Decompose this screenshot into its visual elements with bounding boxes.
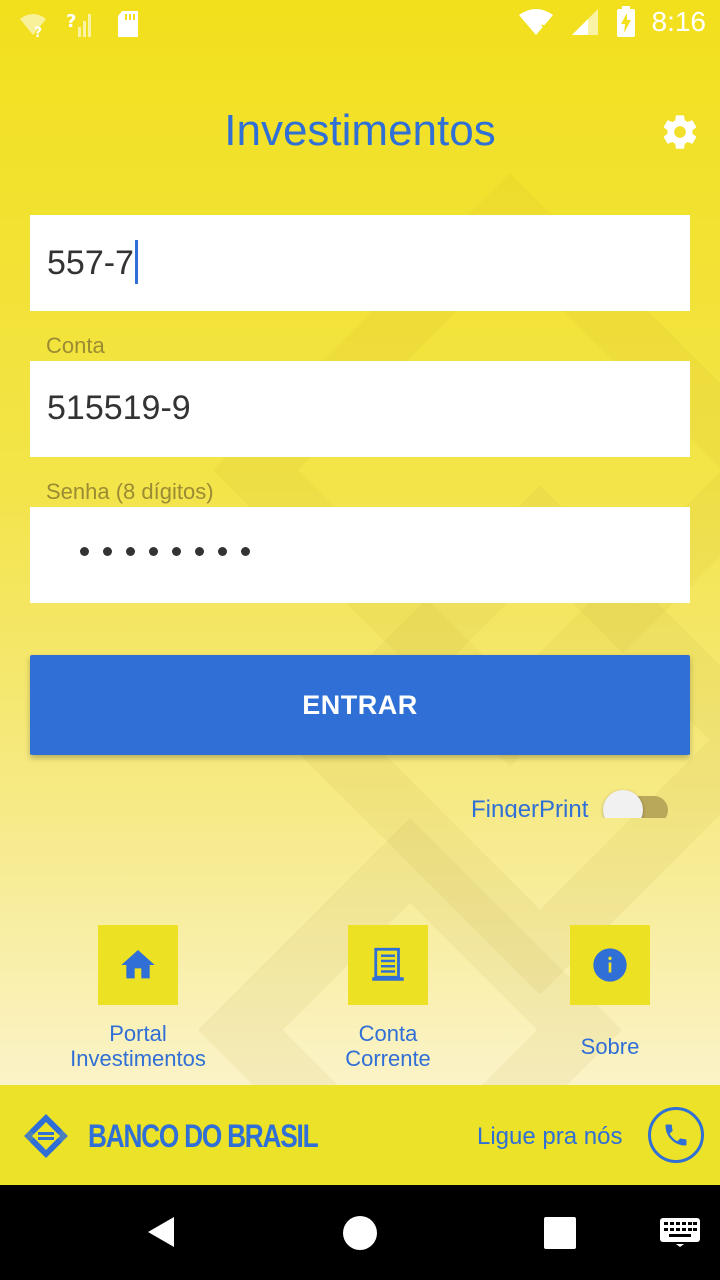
account-value: 515519-9 — [47, 389, 191, 427]
fingerprint-toggle-row[interactable]: FingerPrint — [460, 780, 680, 818]
shortcut-label-line1: Conta — [358, 1021, 418, 1046]
page-title: Investimentos — [224, 106, 496, 155]
signal-unknown-icon: ? — [66, 11, 91, 37]
cell-signal-icon — [571, 9, 598, 35]
password-dot — [149, 547, 158, 556]
phone-icon — [665, 1124, 687, 1146]
password-label: Senha (8 dígitos) — [46, 479, 214, 504]
brand-name: BANCO DO BRASIL — [88, 1118, 319, 1154]
shortcut-label-line1: Portal — [109, 1021, 167, 1046]
shortcut-portal-investimentos[interactable]: Portal Investimentos — [48, 925, 228, 1071]
gear-icon[interactable] — [660, 112, 700, 152]
account-field[interactable]: 515519-9 — [30, 361, 690, 457]
shortcut-label-line1: Sobre — [580, 1034, 640, 1059]
keyboard-icon[interactable] — [659, 1217, 701, 1247]
battery-charging-icon — [616, 6, 635, 37]
shortcut-icon-box[interactable] — [348, 925, 428, 1005]
password-mask — [80, 547, 250, 556]
shortcut-icon-box[interactable] — [570, 925, 650, 1005]
sd-card-icon — [118, 11, 138, 37]
password-dot — [103, 547, 112, 556]
shortcut-conta-corrente[interactable]: Conta Corrente — [298, 925, 478, 1071]
svg-text:?: ? — [34, 25, 42, 40]
agency-field[interactable]: 557-7 — [30, 215, 690, 311]
home-nav-icon[interactable] — [343, 1216, 377, 1250]
wifi-unknown-icon: ? — [20, 14, 46, 40]
shortcut-sobre[interactable]: Sobre — [540, 925, 680, 1059]
receipt-icon — [372, 947, 404, 981]
wifi-icon — [518, 9, 553, 35]
password-dot — [80, 547, 89, 556]
clock: 8:16 — [651, 6, 707, 37]
recents-icon[interactable] — [544, 1217, 576, 1249]
home-icon — [121, 950, 155, 979]
login-button[interactable]: ENTRAR — [30, 655, 690, 755]
system-nav-bar — [0, 1185, 720, 1280]
text-cursor — [134, 240, 138, 284]
account-label: Conta — [46, 333, 105, 358]
footer-bar: BANCO DO BRASIL Ligue pra nós — [0, 1085, 720, 1185]
agency-value: 557-7 — [47, 243, 134, 282]
shortcut-label-line2: Investimentos — [70, 1046, 206, 1071]
status-bar: ? ? 8:16 — [0, 0, 720, 50]
shortcut-label-line2: Corrente — [345, 1046, 431, 1071]
banco-do-brasil-logo-icon — [24, 1114, 68, 1158]
back-icon[interactable] — [144, 1215, 178, 1249]
password-dot — [241, 547, 250, 556]
call-button[interactable] — [648, 1107, 704, 1163]
password-field[interactable] — [30, 507, 690, 603]
shortcut-icon-box[interactable] — [98, 925, 178, 1005]
password-dot — [218, 547, 227, 556]
fingerprint-label: FingerPrint — [471, 796, 589, 818]
fingerprint-switch-thumb[interactable] — [603, 790, 643, 818]
info-icon — [593, 948, 627, 982]
svg-text:?: ? — [66, 11, 76, 32]
password-dot — [195, 547, 204, 556]
password-dot — [172, 547, 181, 556]
contact-label[interactable]: Ligue pra nós — [477, 1123, 622, 1151]
password-dot — [126, 547, 135, 556]
